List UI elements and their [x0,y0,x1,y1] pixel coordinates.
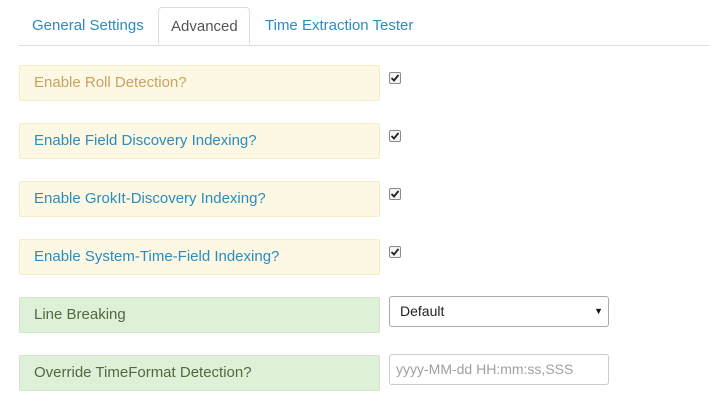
check-icon [390,190,400,198]
timeformat-placeholder: yyyy-MM-dd HH:mm:ss,SSS [396,361,574,377]
tab-time-extraction-tester[interactable]: Time Extraction Tester [265,7,413,45]
check-icon [390,132,400,140]
roll-detection-label: Enable Roll Detection? [19,65,380,101]
field-discovery-checkbox[interactable] [389,130,401,142]
system-time-field-checkbox[interactable] [389,246,401,258]
timeformat-input[interactable]: yyyy-MM-dd HH:mm:ss,SSS [389,354,609,385]
tab-general-settings[interactable]: General Settings [32,7,144,45]
line-breaking-selected-value: Default [400,303,445,319]
line-breaking-select[interactable]: Default ▼ [389,296,609,327]
check-icon [390,74,400,82]
line-breaking-label: Line Breaking [19,297,380,333]
grokit-discovery-label: Enable GrokIt-Discovery Indexing? [19,181,380,217]
check-icon [390,248,400,256]
system-time-field-label: Enable System-Time-Field Indexing? [19,239,380,275]
dropdown-arrow-icon: ▼ [594,306,603,316]
timeformat-label: Override TimeFormat Detection? [19,355,380,391]
settings-tabs: General Settings Advanced Time Extractio… [19,7,709,46]
roll-detection-checkbox[interactable] [389,72,401,84]
grokit-discovery-checkbox[interactable] [389,188,401,200]
field-discovery-label: Enable Field Discovery Indexing? [19,123,380,159]
tab-advanced[interactable]: Advanced [158,7,250,45]
